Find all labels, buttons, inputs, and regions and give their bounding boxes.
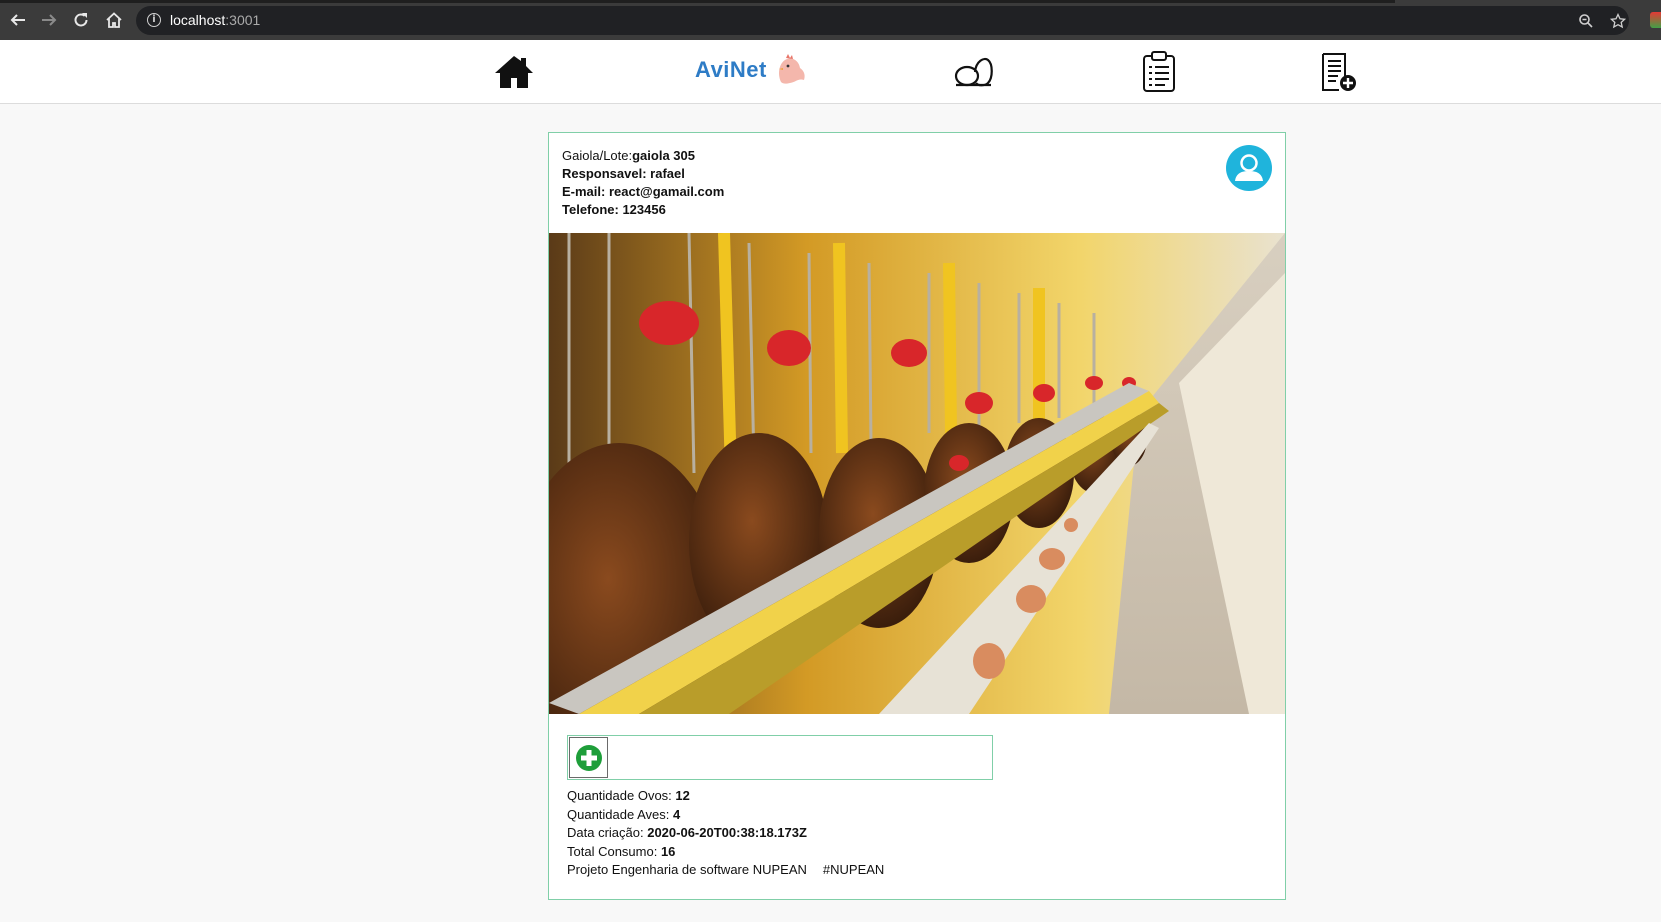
app-navbar: AviNet — [0, 40, 1661, 104]
nav-add-record-link[interactable] — [1316, 50, 1360, 94]
email-value: react@gamail.com — [608, 184, 725, 199]
nav-reports-link[interactable] — [1137, 50, 1181, 94]
email-row: E-mail: react@gamail.com — [562, 183, 724, 201]
lote-label: Gaiola/Lote: — [562, 148, 633, 163]
responsavel-value: rafael — [650, 166, 685, 181]
arrow-right-icon — [42, 14, 57, 26]
consumo-label: Total Consumo: — [567, 843, 658, 859]
aves-row: Quantidade Aves: 4 — [567, 806, 884, 825]
data-criacao-value: 2020-06-20T00:38:18.173Z — [647, 825, 807, 841]
reload-button[interactable] — [70, 9, 92, 31]
telefone-row: Telefone: 123456 — [562, 201, 724, 219]
telefone-label: Telefone: — [562, 202, 619, 217]
telefone-value: 123456 — [622, 202, 666, 217]
lote-row: Gaiola/Lote:gaiola 305 — [562, 147, 724, 165]
data-criacao-row: Data criação: 2020-06-20T00:38:18.173Z — [567, 824, 884, 843]
clipboard-icon — [1143, 51, 1175, 92]
hens-cage-image — [549, 233, 1285, 714]
plus-circle-icon — [575, 744, 602, 771]
arrow-left-icon — [10, 14, 25, 26]
brand-logo[interactable]: AviNet — [695, 54, 807, 86]
nav-home-link[interactable] — [492, 50, 536, 94]
aves-label: Quantidade Aves: — [567, 806, 670, 822]
footer-row: Projeto Engenharia de software NUPEAN #NU… — [567, 861, 884, 880]
ovos-label: Quantidade Ovos: — [567, 788, 672, 803]
ovos-value: 12 — [675, 788, 690, 803]
forward-button[interactable] — [38, 9, 60, 31]
home-icon — [106, 12, 122, 28]
add-document-icon — [1322, 53, 1356, 91]
batch-stats: Quantidade Ovos: 12 Quantidade Aves: 4 D… — [567, 787, 884, 880]
footer-text: Projeto Engenharia de software NUPEAN — [567, 862, 807, 878]
reload-icon — [74, 13, 88, 27]
extension-icon[interactable] — [1650, 12, 1661, 28]
back-button[interactable] — [7, 9, 29, 31]
add-entry-field[interactable] — [567, 735, 993, 780]
home-icon — [495, 56, 533, 88]
browser-home-button[interactable] — [103, 9, 125, 31]
responsavel-row: Responsavel: rafael — [562, 165, 724, 183]
lote-value: gaiola 305 — [632, 148, 695, 163]
zoom-icon[interactable] — [1578, 13, 1594, 29]
tab-strip-edge — [0, 0, 1395, 3]
url-text: localhost:3001 — [170, 12, 261, 28]
egg-icon — [954, 57, 993, 87]
avatar-person-glyph — [1235, 154, 1263, 181]
chick-logo-icon — [778, 54, 805, 84]
email-label: E-mail: — [562, 184, 606, 199]
info-icon[interactable]: i — [147, 13, 161, 27]
consumo-value: 16 — [660, 843, 676, 859]
add-button[interactable] — [569, 737, 608, 778]
aves-value: 4 — [673, 806, 681, 822]
responsavel-label: Responsavel: — [562, 166, 647, 181]
user-avatar-icon[interactable] — [1226, 145, 1272, 191]
batch-photo — [549, 233, 1285, 714]
nav-eggs-link[interactable] — [952, 50, 996, 94]
consumo-row: Total Consumo: 16 — [567, 843, 884, 862]
browser-toolbar: i localhost:3001 — [0, 0, 1661, 40]
footer-tag[interactable]: #NUPEAN — [823, 862, 884, 877]
batch-card: Gaiola/Lote:gaiola 305 Responsavel: rafa… — [548, 132, 1286, 900]
data-criacao-label: Data criação: — [567, 825, 644, 841]
batch-info: Gaiola/Lote:gaiola 305 Responsavel: rafa… — [562, 147, 724, 219]
brand-name: AviNet — [695, 57, 767, 82]
bookmark-star-icon[interactable] — [1610, 13, 1626, 29]
address-bar[interactable]: i localhost:3001 — [136, 6, 1629, 35]
ovos-row: Quantidade Ovos: 12 — [567, 787, 884, 806]
